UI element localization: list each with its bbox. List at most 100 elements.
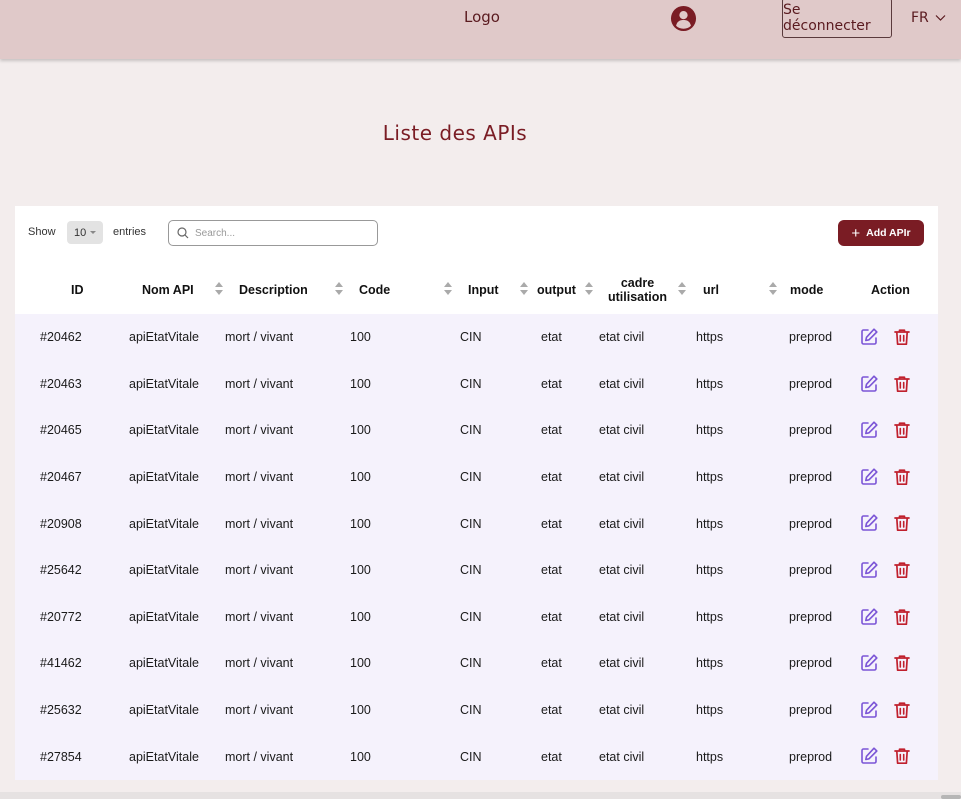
scrollbar-thumb[interactable]	[941, 795, 961, 799]
cell-mode: preprod	[789, 516, 833, 531]
cell-cadre-utilisation: etat civil	[599, 330, 645, 345]
add-api-button[interactable]: + Add APIr	[838, 220, 924, 246]
edit-icon[interactable]	[859, 467, 879, 487]
edit-icon[interactable]	[859, 607, 879, 627]
cell-output: etat	[541, 516, 562, 531]
cell-code: 100	[350, 563, 371, 578]
language-label: FR	[911, 10, 929, 26]
table-row: #20772 apiEtatVitale mort / vivant 100 CIN et…	[15, 594, 938, 641]
column-header-output[interactable]: output	[537, 266, 576, 314]
sort-icon[interactable]	[769, 282, 777, 296]
logo[interactable]: Logo	[464, 8, 500, 26]
cell-mode: preprod	[789, 656, 833, 671]
trash-icon[interactable]	[892, 653, 912, 673]
cell-url: https	[696, 656, 724, 671]
entries-select[interactable]: 10	[67, 221, 103, 244]
cell-output: etat	[541, 470, 562, 485]
trash-icon[interactable]	[892, 467, 912, 487]
chevron-down-icon	[935, 15, 946, 21]
caret-down-icon	[90, 231, 97, 234]
cell-id: #25632	[40, 703, 82, 718]
cell-code: 100	[350, 703, 371, 718]
entries-label: entries	[113, 226, 147, 238]
edit-icon[interactable]	[859, 560, 879, 580]
column-header-id[interactable]: ID	[71, 266, 84, 314]
logout-button[interactable]: Se déconnecter	[782, 0, 892, 38]
cell-nom-api: apiEtatVitale	[129, 749, 199, 764]
cell-input: CIN	[460, 749, 482, 764]
cell-description: mort / vivant	[225, 516, 294, 531]
edit-icon[interactable]	[859, 374, 879, 394]
cell-url: https	[696, 330, 724, 345]
trash-icon[interactable]	[892, 513, 912, 533]
user-circle-icon[interactable]	[670, 5, 697, 32]
trash-icon[interactable]	[892, 700, 912, 720]
sort-icon[interactable]	[520, 282, 528, 296]
cell-code: 100	[350, 423, 371, 438]
sort-icon[interactable]	[585, 282, 593, 296]
cell-cadre-utilisation: etat civil	[599, 656, 645, 671]
cell-code: 100	[350, 609, 371, 624]
cell-output: etat	[541, 609, 562, 624]
edit-icon[interactable]	[859, 513, 879, 533]
language-selector[interactable]: FR	[911, 10, 946, 26]
column-header-description[interactable]: Description	[239, 266, 308, 314]
search-box[interactable]	[168, 220, 378, 246]
trash-icon[interactable]	[892, 560, 912, 580]
cell-description: mort / vivant	[225, 470, 294, 485]
cell-input: CIN	[460, 609, 482, 624]
table-row: #27854 apiEtatVitale mort / vivant 100 CIN et…	[15, 733, 938, 780]
cell-input: CIN	[460, 563, 482, 578]
cell-url: https	[696, 470, 724, 485]
cell-cadre-utilisation: etat civil	[599, 516, 645, 531]
cell-id: #20908	[40, 516, 82, 531]
sort-icon[interactable]	[444, 282, 452, 296]
trash-icon[interactable]	[892, 420, 912, 440]
cell-cadre-utilisation: etat civil	[599, 703, 645, 718]
cell-input: CIN	[460, 516, 482, 531]
cell-url: https	[696, 703, 724, 718]
search-input[interactable]	[195, 227, 365, 239]
cell-description: mort / vivant	[225, 376, 294, 391]
cell-code: 100	[350, 516, 371, 531]
cell-mode: preprod	[789, 470, 833, 485]
cell-url: https	[696, 376, 724, 391]
edit-icon[interactable]	[859, 700, 879, 720]
cell-description: mort / vivant	[225, 423, 294, 438]
table-row: #20908 apiEtatVitale mort / vivant 100 CIN et…	[15, 500, 938, 547]
cell-id: #20465	[40, 423, 82, 438]
column-header-code[interactable]: Code	[359, 266, 390, 314]
show-label: Show	[28, 226, 56, 238]
edit-icon[interactable]	[859, 327, 879, 347]
sort-icon[interactable]	[335, 282, 343, 296]
trash-icon[interactable]	[892, 374, 912, 394]
column-header-mode[interactable]: mode	[790, 266, 823, 314]
trash-icon[interactable]	[892, 746, 912, 766]
column-header-nom-api[interactable]: Nom API	[142, 266, 194, 314]
sort-icon[interactable]	[678, 282, 686, 296]
cell-id: #20462	[40, 330, 82, 345]
cell-url: https	[696, 423, 724, 438]
cell-nom-api: apiEtatVitale	[129, 330, 199, 345]
cell-code: 100	[350, 470, 371, 485]
table-row: #25632 apiEtatVitale mort / vivant 100 CIN et…	[15, 687, 938, 734]
cell-input: CIN	[460, 656, 482, 671]
cell-output: etat	[541, 376, 562, 391]
cell-output: etat	[541, 330, 562, 345]
cell-cadre-utilisation: etat civil	[599, 563, 645, 578]
column-header-url[interactable]: url	[703, 266, 719, 314]
horizontal-scrollbar[interactable]	[0, 792, 961, 799]
edit-icon[interactable]	[859, 653, 879, 673]
column-header-cadre-utilisation[interactable]: cadre utilisation	[608, 266, 667, 314]
trash-icon[interactable]	[892, 607, 912, 627]
table-row: #20463 apiEtatVitale mort / vivant 100 CIN et…	[15, 361, 938, 408]
edit-icon[interactable]	[859, 746, 879, 766]
cell-input: CIN	[460, 423, 482, 438]
edit-icon[interactable]	[859, 420, 879, 440]
sort-icon[interactable]	[215, 282, 223, 296]
column-header-input[interactable]: Input	[468, 266, 499, 314]
top-navbar: Logo Se déconnecter FR	[0, 0, 961, 59]
cell-nom-api: apiEtatVitale	[129, 423, 199, 438]
cell-code: 100	[350, 749, 371, 764]
trash-icon[interactable]	[892, 327, 912, 347]
